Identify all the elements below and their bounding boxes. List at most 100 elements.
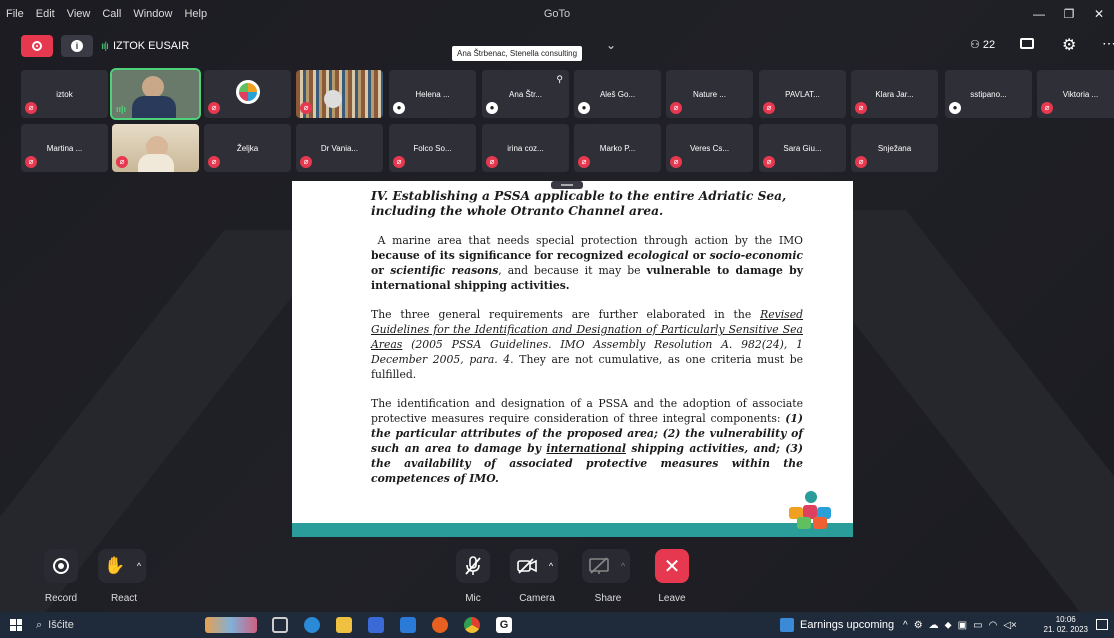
paragraph-3: The identification and designation of a … bbox=[371, 396, 803, 486]
leave-label: Leave bbox=[658, 593, 686, 604]
menu-help[interactable]: Help bbox=[178, 8, 213, 20]
app-tray-icon: ⚙ bbox=[913, 619, 923, 631]
more-icon[interactable]: ⋯ bbox=[1102, 35, 1114, 52]
taskbar-search[interactable]: ⌕ Išćite bbox=[36, 612, 74, 638]
participant-tile[interactable]: Veres Cs... ⌀ bbox=[666, 124, 753, 172]
react-button[interactable]: ✋ bbox=[98, 549, 132, 583]
meeting-name[interactable]: ıı|ı IZTOK EUSAIR bbox=[101, 40, 189, 52]
participant-tile[interactable]: ıı|ı bbox=[110, 68, 201, 120]
participant-tile[interactable]: Marko P... ⌀ bbox=[574, 124, 661, 172]
participant-name: Aleš Go... bbox=[599, 90, 636, 99]
participant-tile[interactable]: ⌀ bbox=[204, 70, 291, 118]
participant-tile[interactable]: Sara Giu... ⌀ bbox=[759, 124, 846, 172]
participant-tile[interactable]: Folco So... ⌀ bbox=[389, 124, 476, 172]
news-icon bbox=[780, 618, 794, 632]
record-icon bbox=[53, 558, 69, 574]
mic-icon: ● bbox=[578, 102, 590, 114]
p1-text: , and because it may be bbox=[498, 264, 647, 277]
participant-name: PAVLAT... bbox=[785, 90, 820, 99]
network-icon: ▣ bbox=[957, 619, 968, 631]
react-options-caret[interactable]: ^ bbox=[132, 549, 146, 583]
participant-tile[interactable]: Željka ⌀ bbox=[204, 124, 291, 172]
menu-window[interactable]: Window bbox=[127, 8, 178, 20]
participant-tile[interactable]: Aleš Go... ● bbox=[574, 70, 661, 118]
share-label: Share bbox=[594, 593, 622, 604]
p1-italic-1: ecological bbox=[627, 249, 689, 262]
share-button[interactable] bbox=[582, 549, 616, 583]
mic-muted-icon: ⌀ bbox=[393, 156, 405, 168]
chevron-up-icon: ^ bbox=[903, 619, 908, 631]
record-label: Record bbox=[44, 593, 78, 604]
notification-icon[interactable] bbox=[1096, 619, 1108, 630]
camera-options-caret[interactable]: ^ bbox=[544, 549, 558, 583]
record-button[interactable] bbox=[44, 549, 78, 583]
chat-icon[interactable] bbox=[1020, 38, 1034, 49]
participant-tile[interactable]: Snježana ⌀ bbox=[851, 124, 938, 172]
participant-name: Klara Jar... bbox=[875, 90, 914, 99]
camera-button[interactable] bbox=[510, 549, 544, 583]
share-options-caret[interactable]: ^ bbox=[616, 549, 630, 583]
recording-button[interactable] bbox=[21, 35, 53, 57]
participant-name: Snježana bbox=[877, 144, 912, 153]
chevron-down-icon: ⌄ bbox=[606, 38, 617, 52]
store-icon[interactable] bbox=[368, 617, 384, 633]
participant-tile[interactable]: Martina ... ⌀ bbox=[21, 124, 108, 172]
news-widget[interactable]: Earnings upcoming bbox=[780, 612, 894, 638]
participant-tile[interactable]: sstipano... ● bbox=[945, 70, 1032, 118]
goto-app-icon[interactable]: G bbox=[496, 617, 512, 633]
participant-tile[interactable]: iztok ⌀ bbox=[21, 70, 108, 118]
participants-button[interactable]: ⚇ 22 bbox=[970, 38, 995, 52]
p3-underlined: international bbox=[546, 442, 626, 455]
menu-view[interactable]: View bbox=[61, 8, 97, 20]
menu-call[interactable]: Call bbox=[96, 8, 127, 20]
search-placeholder: Išćite bbox=[48, 619, 74, 631]
news-text: Earnings upcoming bbox=[800, 619, 895, 631]
window-controls: — ❐ ✕ bbox=[1024, 0, 1114, 28]
share-drag-handle[interactable] bbox=[551, 181, 583, 189]
close-icon[interactable]: ✕ bbox=[1084, 7, 1114, 21]
p1-italic-2: socio-economic bbox=[709, 249, 803, 262]
file-explorer-icon[interactable] bbox=[336, 617, 352, 633]
participant-tile[interactable]: PAVLAT... ⌀ bbox=[759, 70, 846, 118]
participant-tile[interactable]: Nature ... ⌀ bbox=[666, 70, 753, 118]
info-button[interactable]: i bbox=[61, 35, 93, 57]
heading-line-2: including the whole Otranto Channel area… bbox=[371, 204, 664, 218]
participant-tile[interactable]: ⌀ bbox=[112, 124, 199, 172]
volume-icon: ◁× bbox=[1003, 619, 1017, 631]
participant-tile[interactable]: Klara Jar... ⌀ bbox=[851, 70, 938, 118]
minimize-icon[interactable]: — bbox=[1024, 7, 1054, 21]
participant-tile[interactable]: irina coz... ⌀ bbox=[482, 124, 569, 172]
puzzle-logo-icon bbox=[789, 491, 831, 529]
participant-tile[interactable]: Ana Štr... ● ⚲ bbox=[482, 70, 569, 118]
mail-icon[interactable] bbox=[400, 617, 416, 633]
participant-tile[interactable]: Viktoria ... ⌀ bbox=[1037, 70, 1114, 118]
participant-tile[interactable]: Dr Vania... ⌀ bbox=[296, 124, 383, 172]
participant-name: Martina ... bbox=[46, 144, 83, 153]
system-clock[interactable]: 10:06 21. 02. 2023 bbox=[1044, 615, 1088, 635]
participant-avatar bbox=[236, 80, 260, 104]
participant-video bbox=[138, 154, 174, 172]
system-tray[interactable]: ^ ⚙ ☁ ⬥ ▣ ▭ ◠ ◁× bbox=[903, 612, 1017, 638]
mic-muted-icon: ⌀ bbox=[300, 102, 312, 114]
pin-icon[interactable]: ⚲ bbox=[556, 74, 563, 85]
participant-tile[interactable]: ⌀ bbox=[296, 70, 383, 118]
shared-screen-document: IV. Establishing a PSSA applicable to th… bbox=[292, 181, 853, 537]
menu-file[interactable]: File bbox=[0, 8, 30, 20]
firefox-icon[interactable] bbox=[432, 617, 448, 633]
camera-label: Camera bbox=[519, 593, 555, 604]
restore-icon[interactable]: ❐ bbox=[1054, 7, 1084, 21]
participant-tile[interactable]: Helena ... ● bbox=[389, 70, 476, 118]
chrome-icon[interactable] bbox=[464, 617, 480, 633]
taskbar-thumbnail[interactable] bbox=[205, 617, 257, 633]
leave-button[interactable]: ✕ bbox=[655, 549, 689, 583]
gear-icon[interactable]: ⚙ bbox=[1062, 35, 1076, 55]
mic-muted-icon: ⌀ bbox=[208, 156, 220, 168]
windows-start-icon[interactable] bbox=[10, 619, 22, 631]
menu-edit[interactable]: Edit bbox=[30, 8, 61, 20]
task-view-icon[interactable] bbox=[272, 617, 288, 633]
speaking-icon: ıı|ı bbox=[116, 104, 127, 114]
hand-icon: ✋ bbox=[104, 556, 126, 575]
mic-button[interactable] bbox=[456, 549, 490, 583]
clock-date: 21. 02. 2023 bbox=[1043, 625, 1088, 634]
edge-icon[interactable] bbox=[304, 617, 320, 633]
